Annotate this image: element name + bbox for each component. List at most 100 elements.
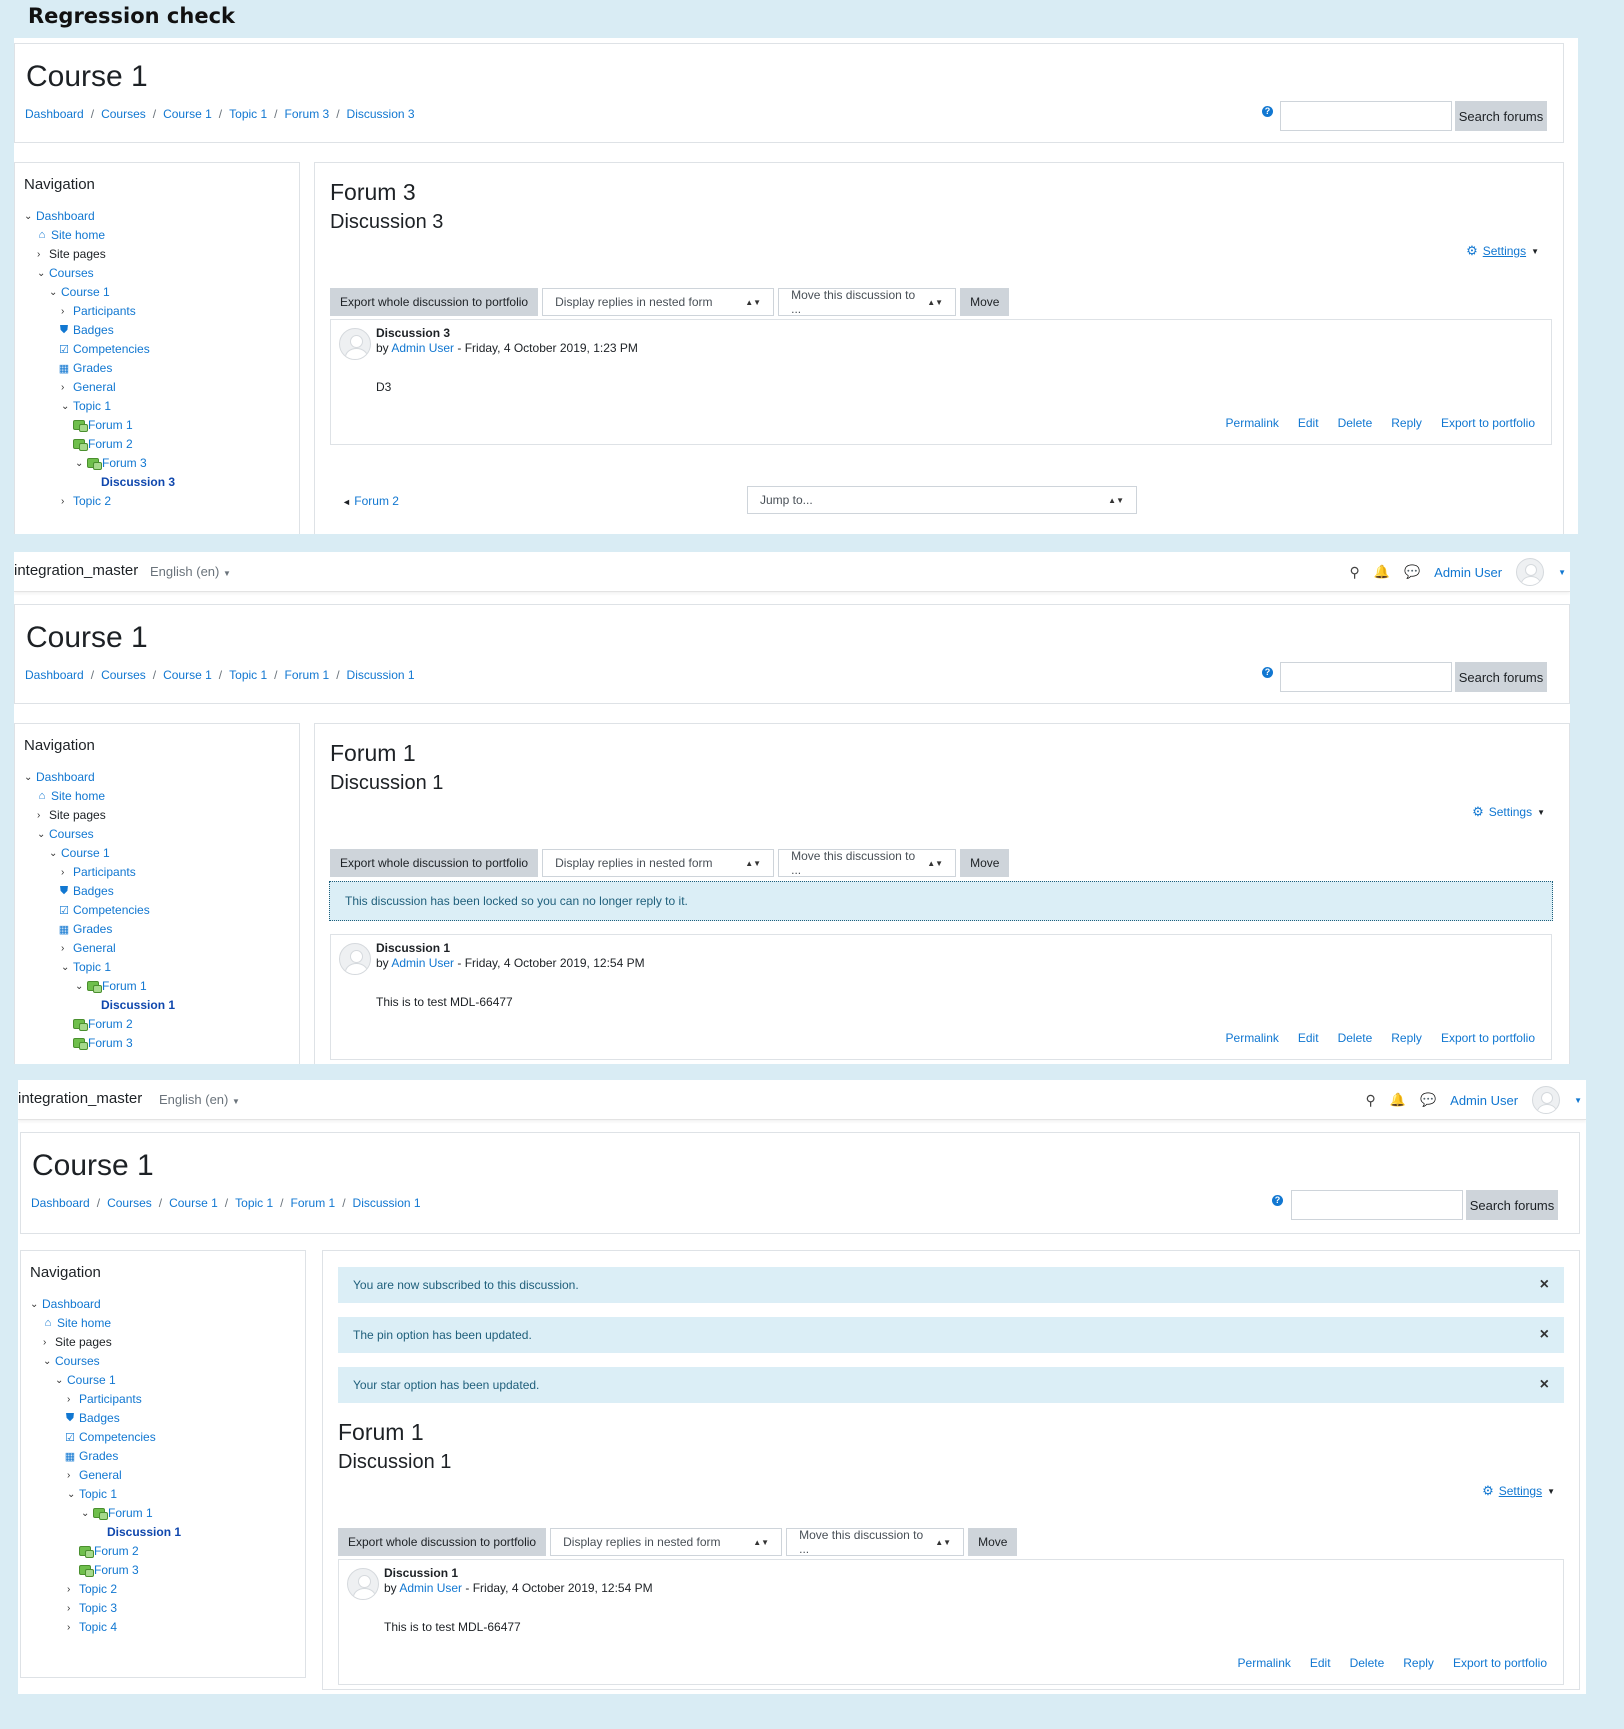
search-forums-button[interactable]: Search forums — [1455, 101, 1547, 131]
export-portfolio-link[interactable]: Export to portfolio — [1453, 1656, 1547, 1670]
nav-grades[interactable]: ▦ Grades — [57, 359, 113, 377]
nav-forum-1[interactable]: ⌄ Forum 1 — [81, 1504, 153, 1522]
language-menu[interactable]: English (en) ▼ — [159, 1092, 240, 1107]
reply-link[interactable]: Reply — [1403, 1656, 1434, 1670]
export-portfolio-link[interactable]: Export to portfolio — [1441, 1031, 1535, 1045]
export-discussion-button[interactable]: Export whole discussion to portfolio — [338, 1528, 547, 1556]
breadcrumb-item[interactable]: Course 1 — [163, 668, 212, 682]
delete-link[interactable]: Delete — [1338, 416, 1373, 430]
breadcrumb-item[interactable]: Discussion 1 — [347, 668, 415, 682]
breadcrumb-item[interactable]: Forum 1 — [285, 668, 330, 682]
breadcrumb-item[interactable]: Dashboard — [25, 107, 84, 121]
search-forums-button[interactable]: Search forums — [1466, 1190, 1558, 1220]
nav-forum-1[interactable]: Forum 1 — [73, 416, 133, 434]
move-button[interactable]: Move — [960, 849, 1010, 877]
nav-discussion-1[interactable]: Discussion 1 — [107, 1523, 181, 1541]
post-author-link[interactable]: Admin User — [391, 956, 454, 970]
move-discussion-select[interactable]: Move this discussion to ... ▲▼ — [778, 849, 957, 877]
nav-site-pages[interactable]: › Site pages — [37, 245, 106, 263]
breadcrumb-item[interactable]: Forum 1 — [291, 1196, 336, 1210]
site-name[interactable]: integration_master — [14, 562, 138, 579]
permalink-link[interactable]: Permalink — [1226, 1031, 1279, 1045]
nav-course-1[interactable]: ⌄ Course 1 — [55, 1371, 116, 1389]
nav-badges[interactable]: ⛊ Badges — [57, 321, 114, 339]
close-icon[interactable]: × — [1540, 1376, 1549, 1394]
chat-icon[interactable]: 💬 — [1420, 1092, 1436, 1108]
nav-topic-1[interactable]: ⌄ Topic 1 — [67, 1485, 117, 1503]
post-author-link[interactable]: Admin User — [399, 1581, 462, 1595]
reply-link[interactable]: Reply — [1391, 1031, 1422, 1045]
export-discussion-button[interactable]: Export whole discussion to portfolio — [330, 288, 539, 316]
nav-competencies[interactable]: ☑ Competencies — [57, 901, 150, 919]
help-icon[interactable]: ? — [1262, 667, 1273, 678]
jump-to-select[interactable]: Jump to... ▲▼ — [747, 486, 1137, 514]
help-icon[interactable]: ? — [1272, 1195, 1283, 1206]
nav-topic-4[interactable]: › Topic 4 — [67, 1618, 117, 1636]
nav-topic-2[interactable]: › Topic 2 — [61, 492, 111, 510]
nav-site-pages[interactable]: › Site pages — [43, 1333, 112, 1351]
nav-forum-2[interactable]: Forum 2 — [73, 1015, 133, 1033]
language-menu[interactable]: English (en) ▼ — [150, 564, 231, 579]
site-name[interactable]: integration_master — [18, 1090, 142, 1107]
nav-general[interactable]: › General — [67, 1466, 122, 1484]
close-icon[interactable]: × — [1540, 1326, 1549, 1344]
search-forums-button[interactable]: Search forums — [1455, 662, 1547, 692]
search-forums-input[interactable] — [1280, 662, 1452, 692]
nav-grades[interactable]: ▦ Grades — [63, 1447, 119, 1465]
previous-activity-link[interactable]: ◄ Forum 2 — [342, 494, 399, 508]
settings-menu[interactable]: ⚙ Settings ▼ — [1472, 804, 1545, 820]
breadcrumb-item[interactable]: Discussion 1 — [353, 1196, 421, 1210]
edit-link[interactable]: Edit — [1310, 1656, 1331, 1670]
nav-course-1[interactable]: ⌄ Course 1 — [49, 844, 110, 862]
nav-badges[interactable]: ⛊ Badges — [63, 1409, 120, 1427]
nav-general[interactable]: › General — [61, 939, 116, 957]
nav-courses[interactable]: ⌄ Courses — [37, 825, 94, 843]
move-discussion-select[interactable]: Move this discussion to ... ▲▼ — [778, 288, 957, 316]
permalink-link[interactable]: Permalink — [1226, 416, 1279, 430]
nav-site-home[interactable]: ⌂ Site home — [35, 226, 105, 244]
nav-dashboard[interactable]: ⌄ Dashboard — [24, 768, 95, 786]
settings-menu[interactable]: ⚙ Settings ▼ — [1466, 243, 1539, 259]
nav-topic-3[interactable]: › Topic 3 — [67, 1599, 117, 1617]
nav-site-home[interactable]: ⌂ Site home — [35, 787, 105, 805]
nav-dashboard[interactable]: ⌄ Dashboard — [30, 1295, 101, 1313]
nav-forum-3[interactable]: Forum 3 — [79, 1561, 139, 1579]
breadcrumb-item[interactable]: Courses — [101, 668, 146, 682]
nav-site-home[interactable]: ⌂ Site home — [41, 1314, 111, 1332]
nav-dashboard[interactable]: ⌄ Dashboard — [24, 207, 95, 225]
user-menu-name[interactable]: Admin User — [1450, 1093, 1518, 1108]
breadcrumb-item[interactable]: Dashboard — [25, 668, 84, 682]
export-discussion-button[interactable]: Export whole discussion to portfolio — [330, 849, 539, 877]
breadcrumb-item[interactable]: Forum 3 — [285, 107, 330, 121]
bell-icon[interactable]: 🔔 — [1390, 1092, 1406, 1108]
nav-competencies[interactable]: ☑ Competencies — [57, 340, 150, 358]
edit-link[interactable]: Edit — [1298, 416, 1319, 430]
nav-competencies[interactable]: ☑ Competencies — [63, 1428, 156, 1446]
bell-icon[interactable]: 🔔 — [1374, 564, 1390, 580]
permalink-link[interactable]: Permalink — [1238, 1656, 1291, 1670]
move-button[interactable]: Move — [968, 1528, 1018, 1556]
search-icon[interactable]: ⚲ — [1350, 564, 1360, 581]
nav-forum-2[interactable]: Forum 2 — [79, 1542, 139, 1560]
post-author-link[interactable]: Admin User — [391, 341, 454, 355]
search-icon[interactable]: ⚲ — [1366, 1092, 1376, 1109]
nav-participants[interactable]: › Participants — [61, 302, 136, 320]
delete-link[interactable]: Delete — [1350, 1656, 1385, 1670]
nav-forum-1[interactable]: ⌄ Forum 1 — [75, 977, 147, 995]
breadcrumb-item[interactable]: Topic 1 — [229, 107, 267, 121]
close-icon[interactable]: × — [1540, 1276, 1549, 1294]
nav-forum-2[interactable]: Forum 2 — [73, 435, 133, 453]
nav-badges[interactable]: ⛊ Badges — [57, 882, 114, 900]
nav-forum-3[interactable]: Forum 3 — [73, 1034, 133, 1052]
nav-course-1[interactable]: ⌄ Course 1 — [49, 283, 110, 301]
breadcrumb-item[interactable]: Topic 1 — [229, 668, 267, 682]
export-portfolio-link[interactable]: Export to portfolio — [1441, 416, 1535, 430]
nav-topic-2[interactable]: › Topic 2 — [67, 1580, 117, 1598]
help-icon[interactable]: ? — [1262, 106, 1273, 117]
display-mode-select[interactable]: Display replies in nested form ▲▼ — [550, 1528, 783, 1556]
nav-grades[interactable]: ▦ Grades — [57, 920, 113, 938]
avatar[interactable] — [1532, 1086, 1561, 1114]
move-discussion-select[interactable]: Move this discussion to ... ▲▼ — [786, 1528, 965, 1556]
nav-topic-1[interactable]: ⌄ Topic 1 — [61, 958, 111, 976]
nav-participants[interactable]: › Participants — [67, 1390, 142, 1408]
